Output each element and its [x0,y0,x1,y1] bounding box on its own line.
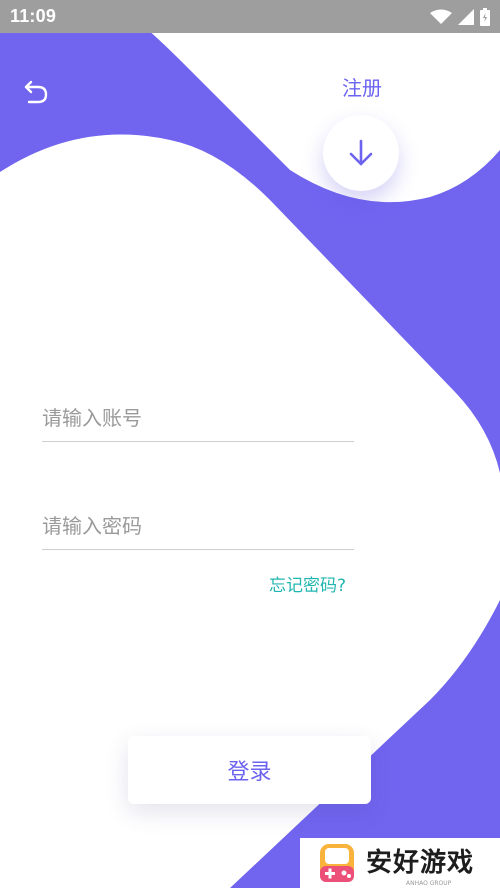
back-button[interactable] [22,78,50,106]
watermark-brand: 安好游戏 [366,848,475,878]
status-icons [430,7,490,26]
arrow-down-icon [349,139,373,166]
status-bar: 11:09 [0,0,500,33]
account-input[interactable] [42,406,354,430]
watermark: 安好游戏 ANHAO GROUP [300,838,500,888]
signal-icon [458,8,474,25]
watermark-subtext: ANHAO GROUP [406,880,452,887]
forgot-password-link[interactable]: 忘记密码? [269,571,346,596]
back-icon [24,80,48,104]
password-field[interactable] [42,503,354,550]
gamepad-logo-icon [320,844,354,882]
battery-icon [480,7,490,26]
login-button[interactable]: 登录 [128,736,371,804]
status-time: 11:09 [10,6,57,26]
wifi-icon [430,9,452,24]
register-link[interactable]: 注册 [330,72,394,101]
account-field[interactable] [42,395,354,442]
password-input[interactable] [42,514,354,538]
down-arrow-button[interactable] [323,115,399,191]
